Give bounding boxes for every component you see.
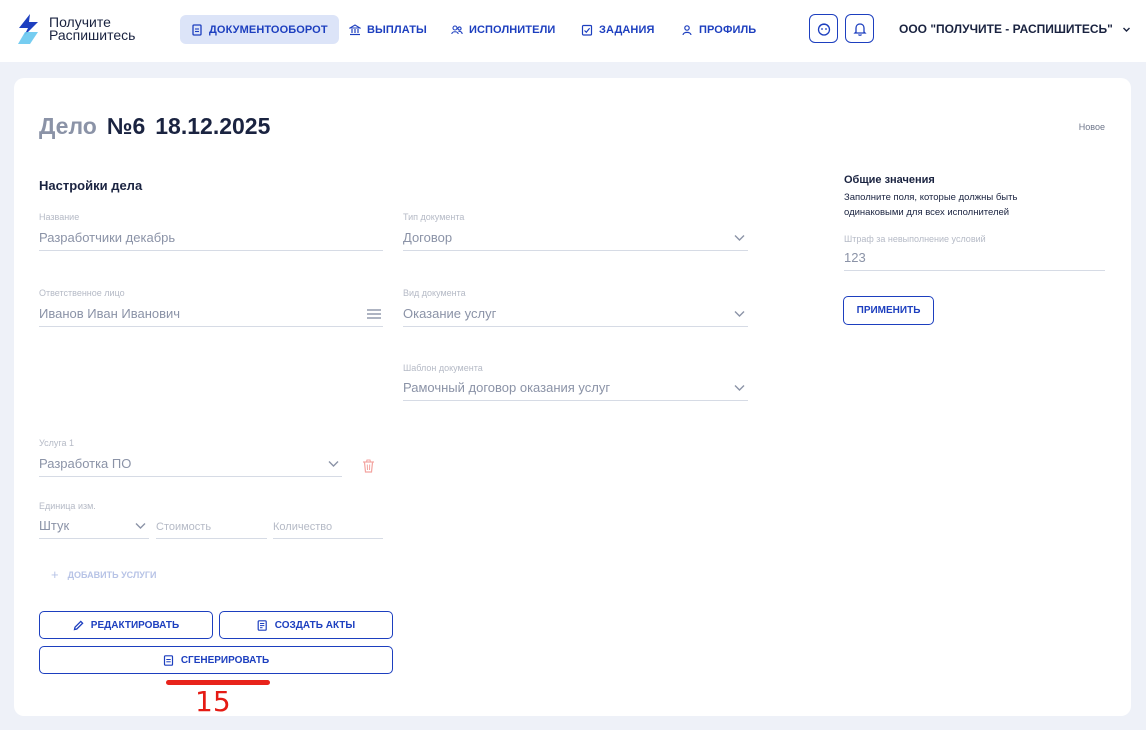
notifications-button[interactable] [845, 14, 874, 43]
apply-button-label: ПРИМЕНИТЬ [856, 305, 921, 316]
name-field[interactable]: Название Разработчики декабрь [39, 212, 383, 251]
delete-service-icon[interactable] [362, 459, 375, 473]
bank-icon [349, 23, 361, 35]
title-word: Дело [39, 113, 97, 139]
top-bar: Получите Распишитесь ДОКУМЕНТООБОРОТ ВЫП… [0, 0, 1146, 62]
nav-executors-label: ИСПОЛНИТЕЛИ [469, 23, 556, 36]
create-acts-label: СОЗДАТЬ АКТЫ [274, 619, 356, 631]
generate-button[interactable]: СГЕНЕРИРОВАТЬ [39, 646, 393, 674]
unit-value: Штук [39, 518, 70, 533]
quantity-placeholder: Количество [273, 521, 333, 533]
name-label: Название [39, 212, 80, 222]
template-label: Шаблон документа [403, 363, 483, 373]
deal-date: 18.12.2025 [155, 113, 271, 139]
acts-document-icon [257, 619, 267, 631]
logo-icon [18, 14, 38, 44]
nav-payments-label: ВЫПЛАТЫ [367, 23, 427, 36]
cost-input[interactable]: Стоимость [156, 501, 267, 539]
status-badge: Новое [1078, 122, 1105, 132]
list-menu-icon[interactable] [367, 307, 381, 320]
support-button[interactable] [809, 14, 838, 43]
checklist-icon [581, 24, 593, 36]
user-icon [682, 24, 692, 35]
doc-kind-select[interactable]: Вид документа Оказание услуг [403, 288, 748, 327]
service-select[interactable]: Услуга 1 Разработка ПО [39, 438, 342, 477]
annotation-step-number: 15 [195, 685, 231, 718]
add-service-button[interactable]: + ДОБАВИТЬ УСЛУГИ [51, 567, 156, 582]
create-acts-button[interactable]: СОЗДАТЬ АКТЫ [219, 611, 393, 639]
deal-card: Дело №6 18.12.2025 Новое Настройки дела … [14, 78, 1131, 718]
apply-button[interactable]: ПРИМЕНИТЬ [843, 296, 934, 325]
responsible-value: Иванов Иван Иванович [39, 306, 181, 321]
service-value: Разработка ПО [39, 456, 132, 471]
common-values-title: Общие значения [844, 174, 935, 186]
brand-logo[interactable]: Получите Распишитесь [16, 13, 146, 47]
users-icon [451, 24, 463, 34]
pencil-icon [73, 619, 84, 630]
bell-icon [852, 22, 867, 36]
doc-type-select[interactable]: Тип документа Договор [403, 212, 748, 251]
deal-number: №6 [106, 113, 146, 139]
support-face-icon [817, 22, 830, 36]
nav-payments[interactable]: ВЫПЛАТЫ [338, 15, 438, 44]
document-icon [163, 654, 173, 666]
template-value: Рамочный договор оказания услуг [403, 380, 611, 395]
edit-button[interactable]: РЕДАКТИРОВАТЬ [39, 611, 213, 639]
company-name: ООО "ПОЛУЧИТЕ - РАСПИШИТЕСЬ" [899, 22, 1113, 36]
chevron-down-icon [734, 235, 745, 241]
chevron-down-icon [135, 523, 146, 529]
chevron-down-icon [734, 385, 745, 391]
plus-icon: + [51, 567, 59, 582]
unit-label: Единица изм. [39, 501, 96, 511]
doc-kind-label: Вид документа [403, 288, 466, 298]
quantity-input[interactable]: Количество [273, 501, 383, 539]
company-selector[interactable]: ООО "ПОЛУЧИТЕ - РАСПИШИТЕСЬ" [899, 22, 1131, 36]
nav-profile-label: ПРОФИЛЬ [699, 23, 757, 36]
unit-select[interactable]: Единица изм. Штук [39, 501, 149, 539]
nav-tasks[interactable]: ЗАДАНИЯ [570, 15, 665, 44]
nav-profile[interactable]: ПРОФИЛЬ [670, 15, 767, 44]
doc-type-value: Договор [403, 230, 453, 245]
page-title: Дело №6 18.12.2025 [39, 113, 270, 140]
nav-documents-label: ДОКУМЕНТООБОРОТ [209, 23, 328, 36]
generate-button-label: СГЕНЕРИРОВАТЬ [180, 654, 270, 666]
common-values-description: Заполните поля, которые должны быть один… [844, 192, 1018, 218]
penalty-value: 123 [844, 250, 866, 265]
template-select[interactable]: Шаблон документа Рамочный договор оказан… [403, 363, 748, 401]
penalty-input[interactable]: Штраф за невыполнение условий 123 [844, 234, 1105, 271]
settings-heading: Настройки дела [39, 178, 143, 193]
add-service-label: ДОБАВИТЬ УСЛУГИ [67, 569, 157, 580]
penalty-label: Штраф за невыполнение условий [844, 234, 986, 244]
document-icon [192, 23, 202, 36]
service-label: Услуга 1 [39, 438, 74, 448]
nav-executors[interactable]: ИСПОЛНИТЕЛИ [440, 15, 566, 44]
name-value: Разработчики декабрь [39, 230, 176, 245]
responsible-field[interactable]: Ответственное лицо Иванов Иван Иванович [39, 288, 383, 327]
nav-documents[interactable]: ДОКУМЕНТООБОРОТ [180, 15, 339, 44]
doc-type-label: Тип документа [403, 212, 465, 222]
brand-line-2: Распишитесь [49, 27, 136, 43]
edit-button-label: РЕДАКТИРОВАТЬ [90, 619, 180, 631]
doc-kind-value: Оказание услуг [403, 306, 497, 321]
responsible-label: Ответственное лицо [39, 288, 125, 298]
chevron-down-icon [328, 461, 339, 467]
cost-placeholder: Стоимость [156, 521, 212, 533]
chevron-down-icon [734, 311, 745, 317]
chevron-down-icon [1122, 27, 1130, 32]
brand-name: Получите Распишитесь [49, 15, 136, 43]
nav-tasks-label: ЗАДАНИЯ [599, 23, 655, 36]
